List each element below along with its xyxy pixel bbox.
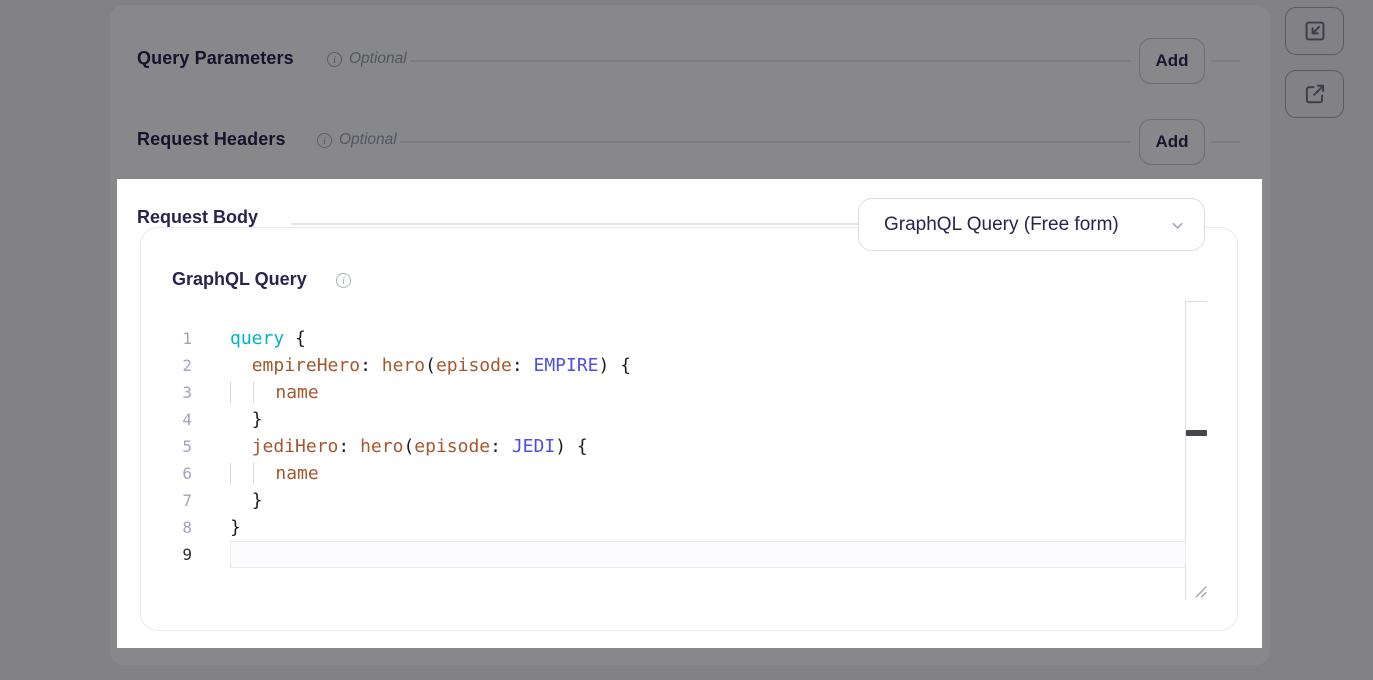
line-number: 9 [160,541,192,568]
line-number: 1 [160,325,192,352]
code-line-content[interactable]: jediHero: hero(episode: JEDI) { [230,433,1186,460]
line-number: 4 [160,406,192,433]
line-number: 5 [160,433,192,460]
code-line-content[interactable]: name [230,460,1186,487]
divider [291,223,858,225]
code-line[interactable]: 1 query { [160,325,1186,352]
code-line-content[interactable]: name [230,379,1186,406]
line-number: 6 [160,460,192,487]
line-number: 2 [160,352,192,379]
line-number: 7 [160,487,192,514]
code-line-content[interactable]: } [230,514,1186,541]
line-number: 3 [160,379,192,406]
code-line[interactable]: 4 } [160,406,1186,433]
code-line[interactable]: 2 empireHero: hero(episode: EMPIRE) { [160,352,1186,379]
code-line[interactable]: 6 name [160,460,1186,487]
request-body-title: Request Body [137,207,258,228]
code-line-content[interactable]: } [230,406,1186,433]
line-number: 8 [160,514,192,541]
code-line[interactable]: 7 } [160,487,1186,514]
code-line-content[interactable]: } [230,487,1186,514]
code-line-content[interactable]: query { [230,325,1186,352]
code-line[interactable]: 3 name [160,379,1186,406]
body-type-selected-value: GraphQL Query (Free form) [884,214,1119,236]
code-line-content[interactable] [230,541,1186,568]
body-type-select[interactable]: GraphQL Query (Free form) [858,198,1205,251]
chevron-down-icon [1169,217,1186,239]
code-line[interactable]: 8} [160,514,1186,541]
code-editor[interactable]: 1query {2 empireHero: hero(episode: EMPI… [160,325,1186,568]
request-body-panel: Request Body GraphQL Query (Free form) G… [117,179,1262,648]
code-line-content[interactable]: empireHero: hero(episode: EMPIRE) { [230,352,1186,379]
code-line[interactable]: 5 jediHero: hero(episode: JEDI) { [160,433,1186,460]
code-line[interactable]: 9 [160,541,1186,568]
